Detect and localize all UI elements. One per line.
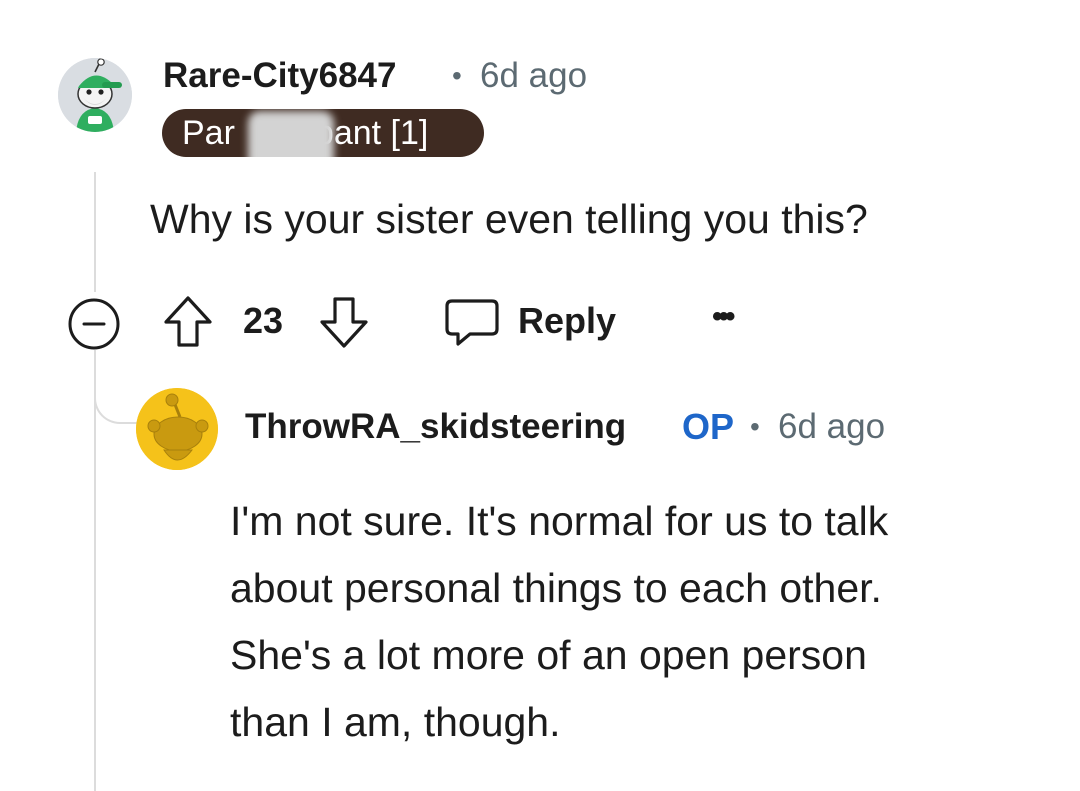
meta-separator: •: [452, 60, 462, 91]
flair-redaction: [248, 111, 334, 157]
flair-text-start: Par: [182, 114, 235, 152]
downvote-button[interactable]: [316, 293, 372, 351]
reply-body-line: than I am, though.: [230, 699, 561, 745]
reply-body-line: I'm not sure. It's normal for us to talk: [230, 498, 889, 544]
arrow-down-icon: [320, 297, 368, 348]
reply-button[interactable]: Reply: [440, 294, 630, 350]
thread-branch-line: [94, 372, 138, 424]
user-flair: Par pant [1]: [162, 109, 484, 157]
snoo-avatar-icon: [58, 58, 132, 132]
comment-body: Why is your sister even telling you this…: [150, 196, 868, 242]
avatar-rare-city[interactable]: [58, 58, 132, 132]
comment-author[interactable]: Rare-City6847: [163, 56, 396, 96]
avatar-throwra[interactable]: [136, 388, 218, 470]
thread-line: [94, 350, 96, 791]
vote-score: 23: [243, 300, 284, 341]
arrow-up-icon: [164, 296, 212, 347]
reply-timestamp: 6d ago: [778, 407, 886, 446]
reply-label: Reply: [518, 300, 617, 341]
more-options-button[interactable]: •••: [712, 300, 735, 334]
speech-bubble-icon: [445, 299, 499, 346]
thread-line: [94, 172, 96, 292]
reply-body-line: She's a lot more of an open person: [230, 632, 867, 678]
upvote-button[interactable]: [160, 293, 216, 351]
reply-author[interactable]: ThrowRA_skidsteering: [245, 407, 626, 447]
op-badge: OP: [682, 406, 735, 447]
collapse-thread-button[interactable]: [66, 296, 122, 352]
minus-circle-icon: [68, 298, 120, 350]
meta-separator: •: [750, 411, 760, 442]
comment-timestamp: 6d ago: [480, 56, 588, 95]
reply-body-line: about personal things to each other.: [230, 565, 882, 611]
snoo-avatar-icon: [136, 388, 218, 470]
